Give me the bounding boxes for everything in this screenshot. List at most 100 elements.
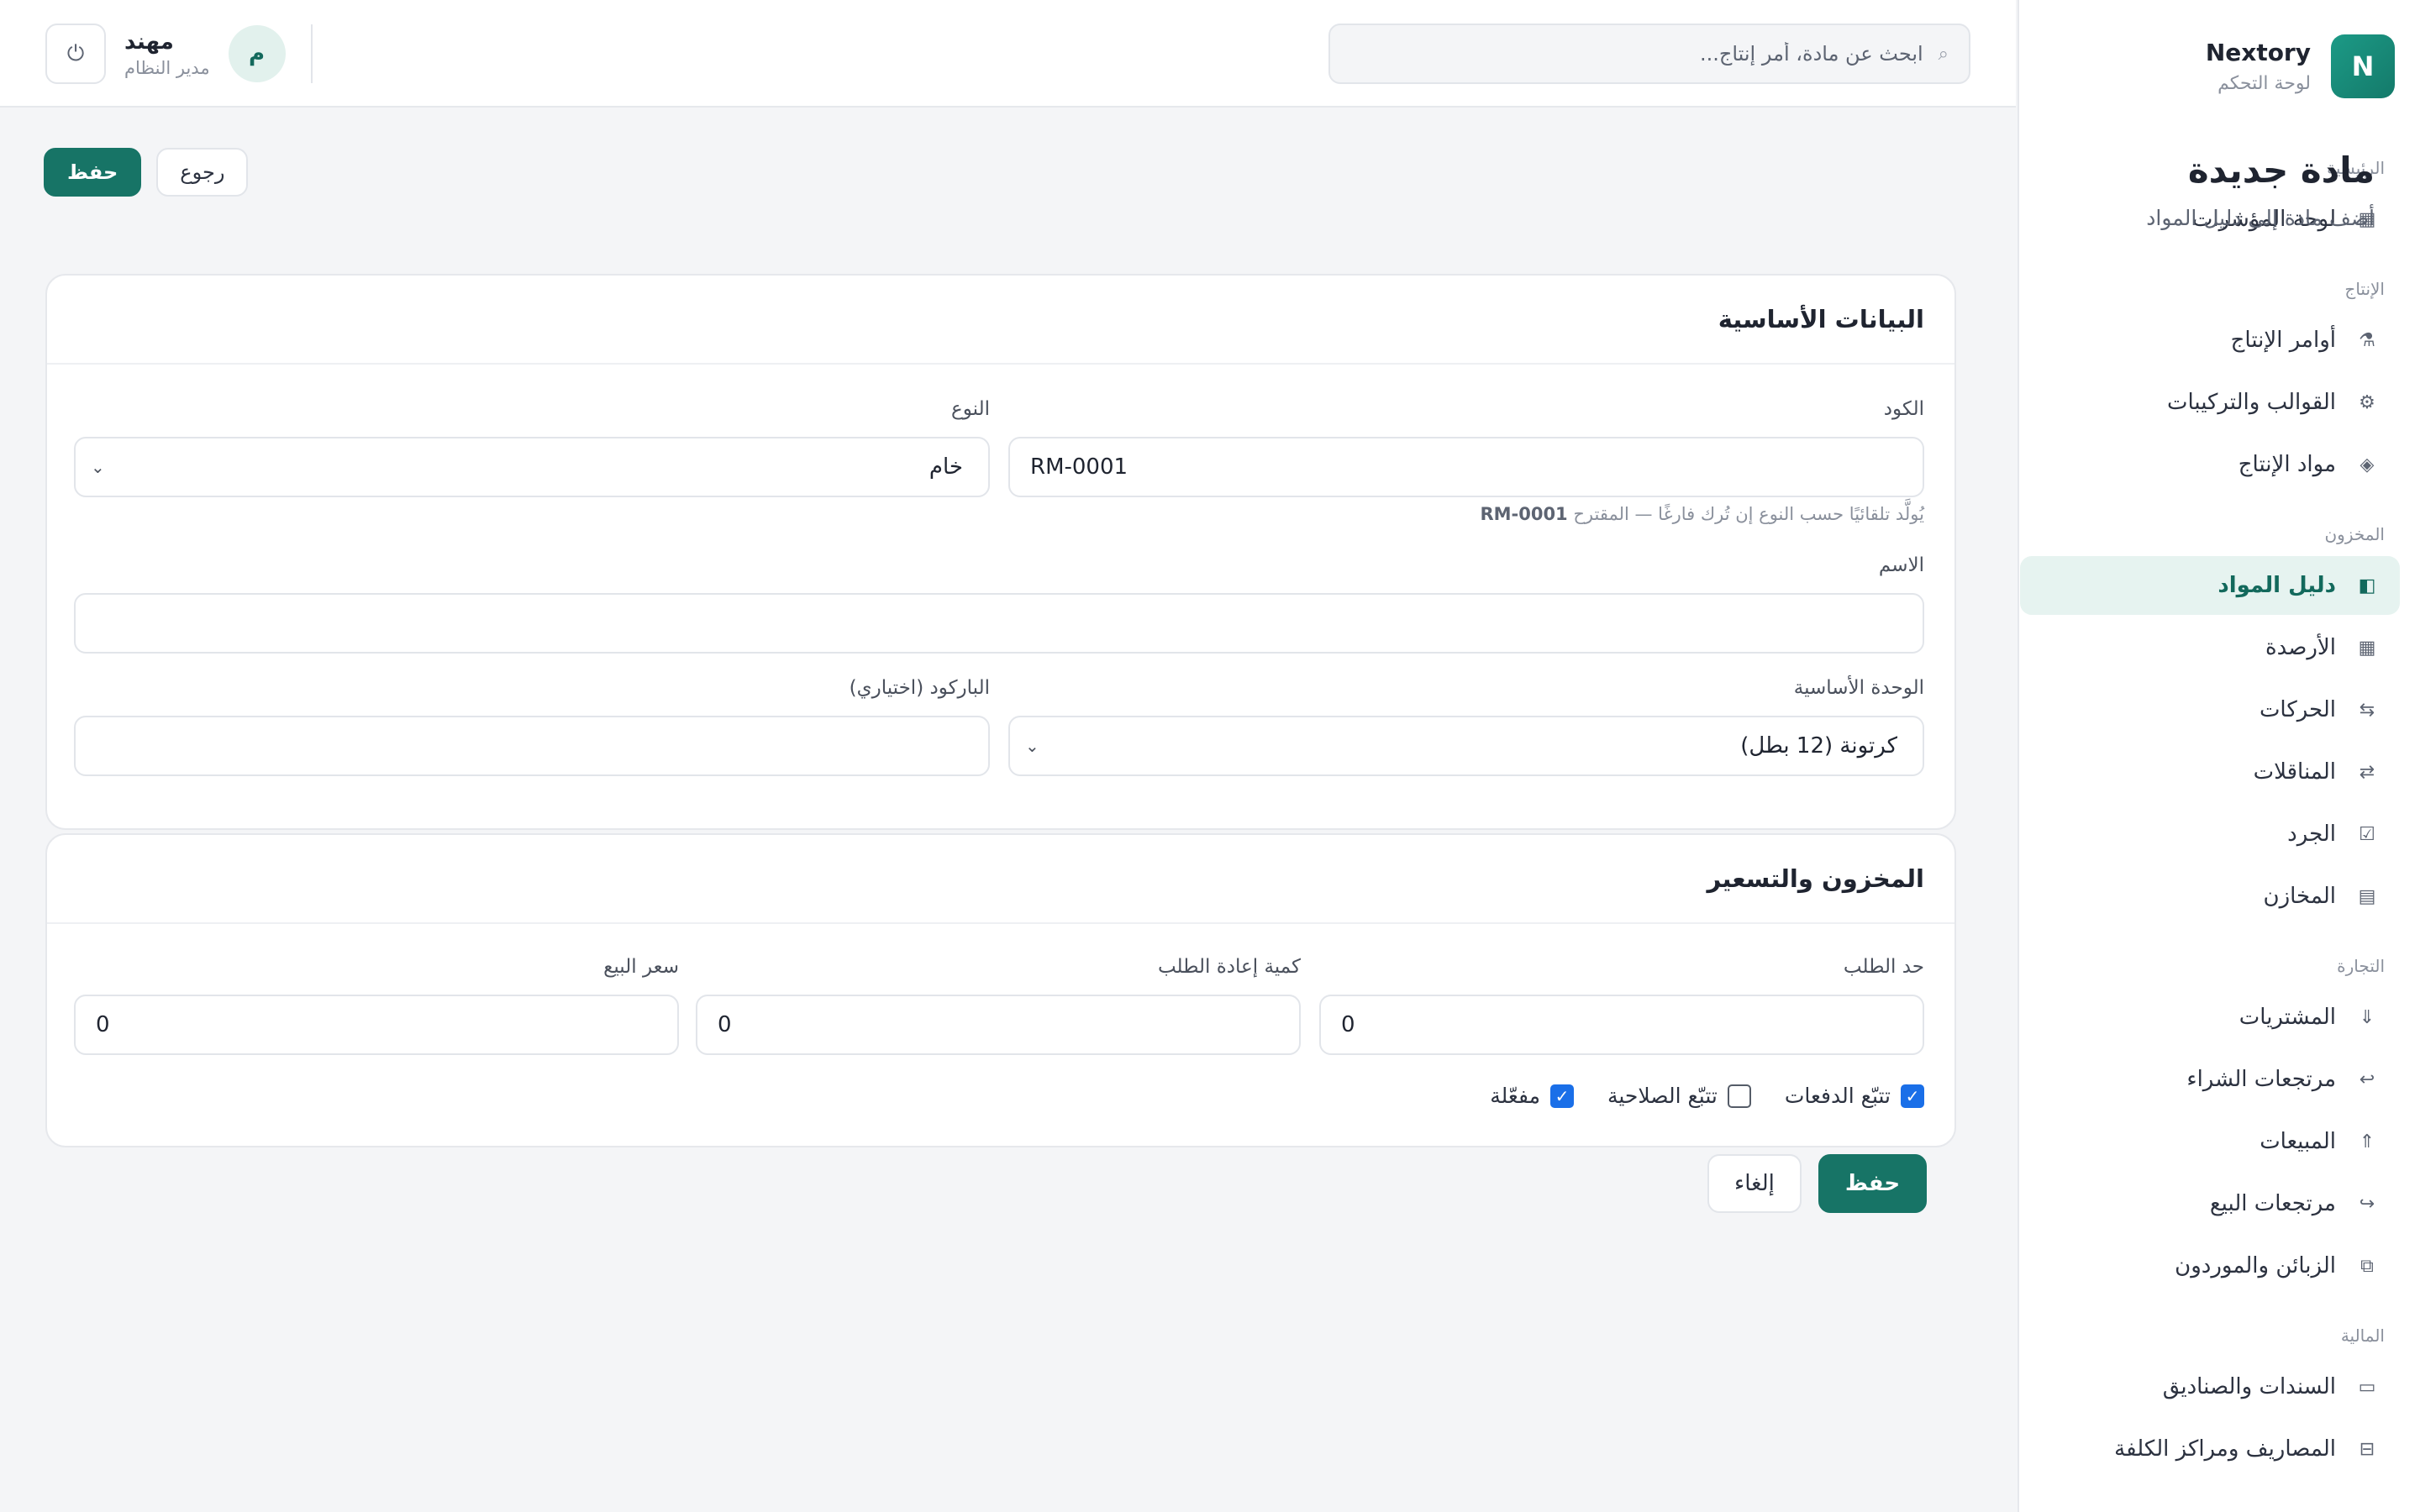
- back-button[interactable]: رجوع: [156, 148, 249, 197]
- avatar[interactable]: م: [228, 25, 286, 82]
- sidebar-item-catalog[interactable]: ◧ دليل المواد: [2020, 556, 2400, 615]
- nav-section-title: المخزون: [2324, 524, 2385, 544]
- type-select-value: خام: [929, 454, 963, 480]
- active-checkbox[interactable]: ✓ مفعّلة: [1490, 1084, 1574, 1108]
- sidebar-item-sales-returns[interactable]: ↪ مرتجعات البيع: [2020, 1174, 2400, 1233]
- name-input[interactable]: [96, 611, 1902, 636]
- reorder-limit-input[interactable]: [1341, 1012, 1902, 1037]
- sidebar-item-purchases[interactable]: ⇓ المشتريات: [2020, 988, 2400, 1047]
- user-area: ⏻ مهند مدير النظام م: [45, 24, 313, 84]
- basic-data-card: البيانات الأساسية الكود يُولَّد تلقائيًا…: [45, 274, 1956, 830]
- cancel-button[interactable]: إلغاء: [1707, 1154, 1802, 1213]
- sidebar-item-balances[interactable]: ▦ الأرصدة: [2020, 618, 2400, 677]
- expenses-icon: ⊟: [2359, 1438, 2375, 1460]
- sidebar-item-label: الزبائن والموردون: [2175, 1253, 2336, 1278]
- sidebar-item-label: المشتريات: [2238, 1005, 2336, 1030]
- sidebar-item-transfers[interactable]: ⇄ المناقلات: [2020, 743, 2400, 801]
- sidebar-item-label: المبيعات: [2260, 1129, 2336, 1154]
- header-save-button[interactable]: حفظ: [44, 148, 142, 197]
- sidebar-item-label: الأرصدة: [2265, 635, 2336, 660]
- power-icon: ⏻: [66, 40, 85, 66]
- card-title: المخزون والتسعير: [1707, 864, 1924, 893]
- sidebar-item-warehouses[interactable]: ▤ المخازن: [2020, 867, 2400, 926]
- sale-price-input[interactable]: [96, 1012, 657, 1037]
- sidebar-item-label: الحركات: [2259, 697, 2336, 722]
- divider: [310, 24, 313, 83]
- checklist-icon: ☑: [2359, 823, 2375, 845]
- grid-icon: ▦: [2358, 637, 2376, 659]
- type-select[interactable]: خام ⌄: [74, 437, 990, 497]
- form-actions: إلغاء حفظ: [1707, 1154, 1928, 1213]
- sidebar-item-label: أوامر الإنتاج: [2230, 328, 2336, 353]
- catalog-icon: ◧: [2358, 575, 2376, 596]
- search-input[interactable]: [1350, 42, 1923, 66]
- reorder-qty-input[interactable]: [718, 1012, 1279, 1037]
- unit-select[interactable]: كرتونة (12 بطل) ⌄: [1008, 716, 1924, 776]
- return-right-icon: ↪: [2359, 1193, 2375, 1215]
- chevron-down-icon: ⌄: [91, 457, 105, 477]
- nav-section-title: المالية: [2340, 1326, 2385, 1346]
- reorder-qty-field[interactable]: [696, 995, 1301, 1055]
- checkbox-unchecked-icon[interactable]: [1727, 1084, 1751, 1108]
- page-title: مادة جديدة: [2187, 150, 2375, 191]
- sidebar-item-movements[interactable]: ⇆ الحركات: [2020, 680, 2400, 739]
- chevron-down-icon: ⌄: [1025, 736, 1039, 756]
- sidebar-item-contacts[interactable]: ⧉ الزبائن والموردون: [2020, 1236, 2400, 1295]
- brand[interactable]: N Nextory لوحة التحكم: [2206, 34, 2395, 99]
- sidebar-item-expenses[interactable]: ⊟ المصاريف ومراكز الكلفة: [2020, 1420, 2400, 1478]
- sidebar-item-label: السندات والصناديق: [2162, 1374, 2336, 1399]
- options-checkboxes: ✓ تتبّع الدفعات تتبّع الصلاحية ✓ مفعّلة: [1490, 1084, 1924, 1108]
- barcode-field[interactable]: [74, 716, 990, 776]
- arrow-down-icon: ⇓: [2359, 1006, 2375, 1028]
- sidebar-item-inventory-count[interactable]: ☑ الجرد: [2020, 805, 2400, 864]
- contacts-icon: ⧉: [2360, 1255, 2374, 1277]
- track-batches-checkbox[interactable]: ✓ تتبّع الدفعات: [1785, 1084, 1924, 1108]
- warehouse-icon: ▤: [2358, 885, 2376, 907]
- type-label: النوع: [951, 398, 990, 420]
- logout-button[interactable]: ⏻: [45, 24, 106, 84]
- code-label: الكود: [1883, 398, 1924, 420]
- brand-subtitle: لوحة التحكم: [2217, 73, 2311, 94]
- user-role: مدير النظام: [124, 58, 210, 78]
- return-left-icon: ↩: [2359, 1068, 2375, 1090]
- gear-icon: ⚙: [2359, 391, 2375, 413]
- sidebar-item-label: المصاريف ومراكز الكلفة: [2114, 1436, 2336, 1462]
- sidebar-item-purchase-returns[interactable]: ↩ مرتجعات الشراء: [2020, 1050, 2400, 1109]
- factory-icon: ⚗: [2359, 329, 2375, 351]
- sidebar-item-templates[interactable]: ⚙ القوالب والتركيبات: [2020, 373, 2400, 432]
- movements-icon: ⇆: [2359, 699, 2375, 721]
- user-name: مهند: [124, 29, 174, 55]
- sidebar-item-production-orders[interactable]: ⚗ أوامر الإنتاج: [2020, 311, 2400, 370]
- checkbox-checked-icon[interactable]: ✓: [1549, 1084, 1574, 1108]
- code-field[interactable]: [1008, 437, 1924, 497]
- checkbox-label: تتبّع الدفعات: [1784, 1084, 1891, 1108]
- sidebar-item-sales[interactable]: ⇑ المبيعات: [2020, 1112, 2400, 1171]
- sidebar-item-production-materials[interactable]: ◈ مواد الإنتاج: [2020, 435, 2400, 494]
- barcode-input[interactable]: [96, 733, 968, 759]
- topbar: ⌕ ⏻ مهند مدير النظام م: [0, 0, 2016, 108]
- code-input[interactable]: [1030, 454, 1902, 480]
- checkbox-checked-icon[interactable]: ✓: [1901, 1084, 1924, 1108]
- sidebar-item-vouchers[interactable]: ▭ السندات والصناديق: [2020, 1357, 2400, 1416]
- sidebar-item-label: دليل المواد: [2217, 573, 2336, 598]
- page-header: مادة جديدة أضف مادة إلى دليل المواد: [2146, 150, 2375, 230]
- reorder-limit-field[interactable]: [1319, 995, 1924, 1055]
- sale-price-field[interactable]: [74, 995, 679, 1055]
- header-actions: حفظ رجوع: [44, 148, 249, 197]
- brand-logo: N: [2331, 34, 2395, 98]
- name-field[interactable]: [74, 593, 1924, 654]
- nav-section-title: التجارة: [2337, 956, 2385, 976]
- sidebar-item-label: القوالب والتركيبات: [2166, 390, 2336, 415]
- page-subtitle: أضف مادة إلى دليل المواد: [2146, 206, 2375, 230]
- name-label: الاسم: [1878, 554, 1924, 576]
- card-title: البيانات الأساسية: [1718, 305, 1924, 333]
- code-hint-value: RM-0001: [1480, 504, 1568, 524]
- stock-pricing-card: المخزون والتسعير حد الطلب كمية إعادة الط…: [45, 833, 1956, 1147]
- code-hint: يُولَّد تلقائيًا حسب النوع إن تُرك فارغً…: [1480, 504, 1924, 524]
- track-expiry-checkbox[interactable]: تتبّع الصلاحية: [1607, 1084, 1751, 1108]
- search-box[interactable]: ⌕: [1328, 24, 1970, 84]
- save-button[interactable]: حفظ: [1818, 1154, 1928, 1213]
- diamond-icon: ◈: [2360, 454, 2375, 475]
- checkbox-label: تتبّع الصلاحية: [1607, 1084, 1718, 1108]
- cash-icon: ▭: [2358, 1376, 2376, 1398]
